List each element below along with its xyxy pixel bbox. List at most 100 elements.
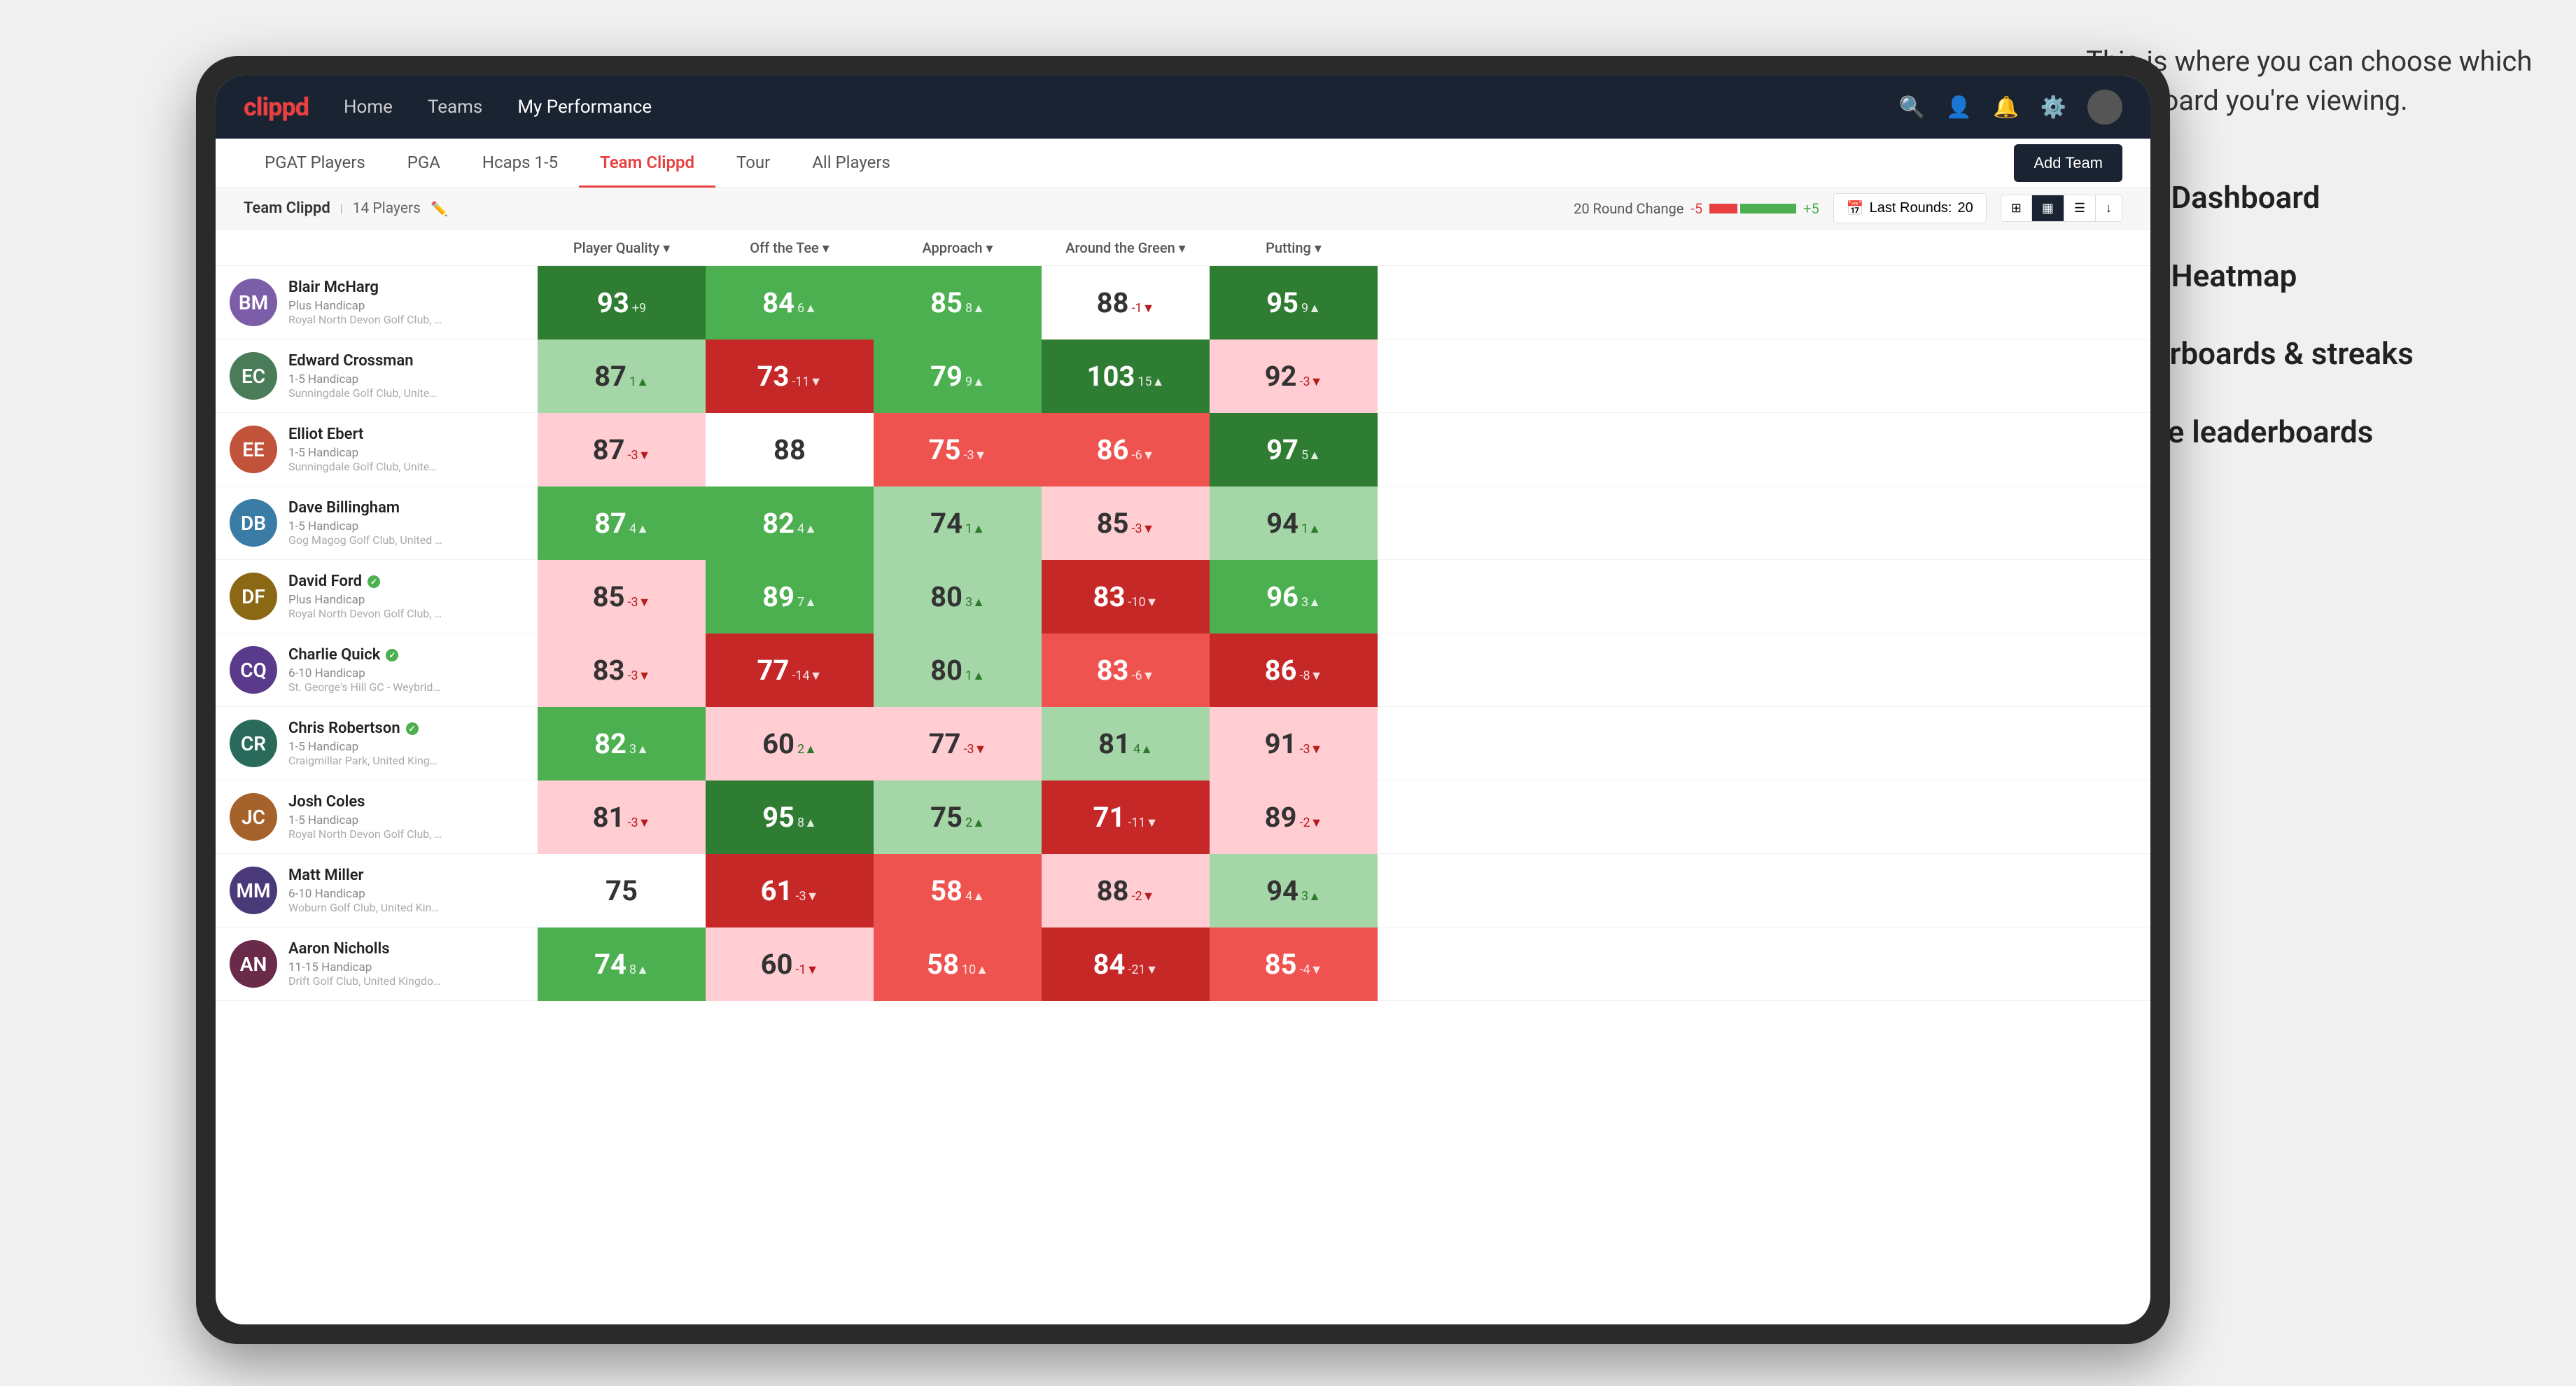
table-row[interactable]: CR Chris Robertson✓ 1-5 Handicap Craigmi… xyxy=(216,707,2150,780)
player-club: Craigmillar Park, United Kingdom xyxy=(288,754,442,767)
stat-cell: 84 -21▼ xyxy=(1042,927,1210,1001)
table-row[interactable]: EC Edward Crossman 1-5 Handicap Sunningd… xyxy=(216,340,2150,413)
view-buttons: ⊞ ▦ ☰ ↓ xyxy=(2001,195,2122,222)
navbar: clippd Home Teams My Performance 🔍 👤 🔔 ⚙… xyxy=(216,76,2150,139)
stat-cell: 94 3▲ xyxy=(1210,854,1378,927)
stat-cell: 60 2▲ xyxy=(706,707,874,780)
player-info: BM Blair McHarg Plus Handicap Royal Nort… xyxy=(216,279,538,326)
player-details: Aaron Nicholls 11-15 Handicap Drift Golf… xyxy=(288,940,524,988)
add-team-button[interactable]: Add Team xyxy=(2014,144,2122,182)
player-details: Blair McHarg Plus Handicap Royal North D… xyxy=(288,279,524,326)
verified-icon: ✓ xyxy=(386,649,398,662)
player-handicap: 1-5 Handicap xyxy=(288,813,524,827)
player-info: DB Dave Billingham 1-5 Handicap Gog Mago… xyxy=(216,499,538,547)
edit-icon[interactable]: ✏️ xyxy=(430,200,448,217)
table-row[interactable]: JC Josh Coles 1-5 Handicap Royal North D… xyxy=(216,780,2150,854)
export-button[interactable]: ↓ xyxy=(2096,195,2122,221)
table-row[interactable]: EE Elliot Ebert 1-5 Handicap Sunningdale… xyxy=(216,413,2150,486)
tab-all-players[interactable]: All Players xyxy=(791,139,911,188)
player-club: Drift Golf Club, United Kingdom xyxy=(288,974,442,988)
profile-icon[interactable]: 👤 xyxy=(1946,95,1972,120)
grid-view-button[interactable]: ⊞ xyxy=(2001,195,2032,221)
search-icon[interactable]: 🔍 xyxy=(1899,95,1925,120)
player-handicap: 1-5 Handicap xyxy=(288,446,524,460)
player-name: Blair McHarg xyxy=(288,279,524,296)
player-info: CQ Charlie Quick✓ 6-10 Handicap St. Geor… xyxy=(216,646,538,694)
settings-icon[interactable]: ⚙️ xyxy=(2040,95,2066,120)
stat-cell: 88 xyxy=(706,413,874,486)
avatar[interactable] xyxy=(2087,90,2122,125)
app-logo: clippd xyxy=(244,92,309,122)
last-rounds-value: 20 xyxy=(1958,200,1973,216)
tab-hcaps[interactable]: Hcaps 1-5 xyxy=(461,139,579,188)
round-bar xyxy=(1709,204,1796,214)
verified-icon: ✓ xyxy=(368,575,380,588)
table-row[interactable]: DB Dave Billingham 1-5 Handicap Gog Mago… xyxy=(216,486,2150,560)
stat-cell: 60 -1▼ xyxy=(706,927,874,1001)
bar-red xyxy=(1709,204,1737,214)
stat-cell: 75 xyxy=(538,854,706,927)
stat-cell: 83 -3▼ xyxy=(538,634,706,707)
stat-cell: 87 4▲ xyxy=(538,486,706,560)
avatar: EE xyxy=(230,426,277,473)
player-handicap: 1-5 Handicap xyxy=(288,740,524,754)
player-details: Elliot Ebert 1-5 Handicap Sunningdale Go… xyxy=(288,426,524,473)
table-row[interactable]: BM Blair McHarg Plus Handicap Royal Nort… xyxy=(216,266,2150,340)
stat-cell: 85 8▲ xyxy=(874,266,1042,340)
player-handicap: 1-5 Handicap xyxy=(288,372,524,386)
stat-cell: 77 -3▼ xyxy=(874,707,1042,780)
col-approach[interactable]: Approach ▾ xyxy=(874,239,1042,256)
player-club: Sunningdale Golf Club, United Kingdom xyxy=(288,386,442,400)
nav-home[interactable]: Home xyxy=(344,97,393,118)
player-name: Elliot Ebert xyxy=(288,426,524,443)
team-name-label: Team Clippd xyxy=(244,200,330,217)
table-row[interactable]: CQ Charlie Quick✓ 6-10 Handicap St. Geor… xyxy=(216,634,2150,707)
table-row[interactable]: DF David Ford✓ Plus Handicap Royal North… xyxy=(216,560,2150,634)
stat-cell: 75 2▲ xyxy=(874,780,1042,854)
nav-performance[interactable]: My Performance xyxy=(517,97,652,118)
col-player-quality[interactable]: Player Quality ▾ xyxy=(538,239,706,256)
stat-cell: 91 -3▼ xyxy=(1210,707,1378,780)
team-controls: 20 Round Change -5 +5 📅 Last Rounds: 20 … xyxy=(1574,193,2122,223)
last-rounds-button[interactable]: 📅 Last Rounds: 20 xyxy=(1833,193,1987,223)
player-name: Dave Billingham xyxy=(288,499,524,517)
tab-team-clippd[interactable]: Team Clippd xyxy=(579,139,715,188)
nav-teams[interactable]: Teams xyxy=(428,97,482,118)
col-putting[interactable]: Putting ▾ xyxy=(1210,239,1378,256)
player-handicap: 11-15 Handicap xyxy=(288,960,524,974)
player-handicap: 6-10 Handicap xyxy=(288,887,524,901)
table-row[interactable]: AN Aaron Nicholls 11-15 Handicap Drift G… xyxy=(216,927,2150,1001)
stat-cell: 96 3▲ xyxy=(1210,560,1378,634)
table-row[interactable]: MM Matt Miller 6-10 Handicap Woburn Golf… xyxy=(216,854,2150,927)
heatmap-view-button[interactable]: ▦ xyxy=(2032,195,2064,221)
player-count: 14 Players xyxy=(353,200,421,217)
tablet-frame: clippd Home Teams My Performance 🔍 👤 🔔 ⚙… xyxy=(196,56,2170,1344)
team-header-bar: Team Clippd | 14 Players ✏️ 20 Round Cha… xyxy=(216,188,2150,230)
player-info: DF David Ford✓ Plus Handicap Royal North… xyxy=(216,573,538,620)
stat-cell: 82 3▲ xyxy=(538,707,706,780)
player-info: CR Chris Robertson✓ 1-5 Handicap Craigmi… xyxy=(216,720,538,767)
stat-cell: 88 -2▼ xyxy=(1042,854,1210,927)
col-around-green[interactable]: Around the Green ▾ xyxy=(1042,239,1210,256)
tab-pga[interactable]: PGA xyxy=(386,139,461,188)
player-club: Woburn Golf Club, United Kingdom xyxy=(288,901,442,914)
player-details: Dave Billingham 1-5 Handicap Gog Magog G… xyxy=(288,499,524,547)
tab-pgat-players[interactable]: PGAT Players xyxy=(244,139,386,188)
avatar: DF xyxy=(230,573,277,620)
last-rounds-label: Last Rounds: xyxy=(1870,200,1952,216)
col-off-tee[interactable]: Off the Tee ▾ xyxy=(706,239,874,256)
player-info: EE Elliot Ebert 1-5 Handicap Sunningdale… xyxy=(216,426,538,473)
player-details: Chris Robertson✓ 1-5 Handicap Craigmilla… xyxy=(288,720,524,767)
bell-icon[interactable]: 🔔 xyxy=(1993,95,2019,120)
avatar: CR xyxy=(230,720,277,767)
stat-cell: 88 -1▼ xyxy=(1042,266,1210,340)
main-content: Player Quality ▾ Off the Tee ▾ Approach … xyxy=(216,230,2150,1324)
list-view-button[interactable]: ☰ xyxy=(2064,195,2096,221)
stat-cell: 95 9▲ xyxy=(1210,266,1378,340)
navbar-nav: Home Teams My Performance xyxy=(344,97,1899,118)
player-handicap: Plus Handicap xyxy=(288,299,524,313)
tab-tour[interactable]: Tour xyxy=(715,139,791,188)
player-name: Edward Crossman xyxy=(288,352,524,370)
stat-cell: 79 9▲ xyxy=(874,340,1042,413)
avatar: BM xyxy=(230,279,277,326)
